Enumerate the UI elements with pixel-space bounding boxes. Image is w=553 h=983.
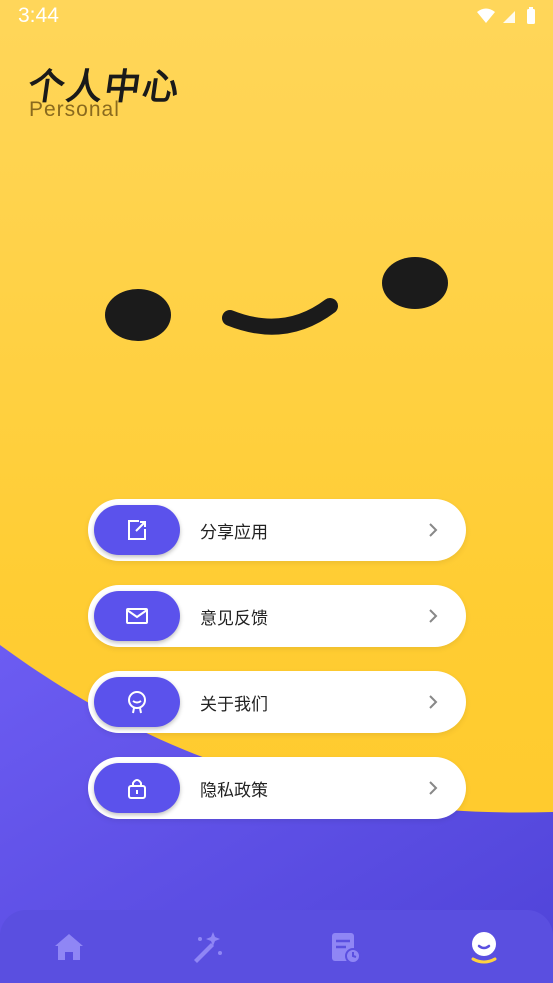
chevron-right-icon <box>429 781 438 795</box>
history-icon <box>332 933 361 964</box>
menu-item-privacy[interactable]: 隐私政策 <box>88 757 466 819</box>
nav-profile[interactable] <box>463 927 503 967</box>
signal-icon <box>503 11 515 23</box>
menu-label-privacy: 隐私政策 <box>200 781 268 801</box>
status-time: 3:44 <box>18 4 59 27</box>
home-icon <box>55 934 83 960</box>
page-subtitle: Personal <box>29 98 120 121</box>
mail-icon <box>126 608 148 624</box>
chevron-right-icon <box>429 523 438 537</box>
menu-icon-pill <box>94 763 180 813</box>
about-icon <box>128 691 146 714</box>
share-icon <box>128 520 146 540</box>
menu-icon-pill <box>94 591 180 641</box>
nav-home[interactable] <box>49 927 89 967</box>
left-eye <box>105 289 171 341</box>
lock-icon <box>128 779 146 799</box>
menu-label-share: 分享应用 <box>200 523 268 543</box>
menu-label-about: 关于我们 <box>200 695 268 715</box>
nav-magic[interactable] <box>187 927 227 967</box>
bottom-nav <box>0 910 553 983</box>
profile-smile-icon <box>471 932 497 964</box>
menu-icon-pill <box>94 677 180 727</box>
chevron-right-icon <box>429 695 438 709</box>
menu-label-feedback: 意见反馈 <box>200 609 268 629</box>
menu-icon-pill <box>94 505 180 555</box>
wifi-icon <box>477 8 495 23</box>
magic-wand-icon <box>194 932 222 963</box>
nav-history[interactable] <box>325 927 365 967</box>
right-eye <box>382 257 448 309</box>
menu-item-feedback[interactable]: 意见反馈 <box>88 585 466 647</box>
smile-illustration <box>105 257 448 341</box>
menu-item-share[interactable]: 分享应用 <box>88 499 466 561</box>
status-icons <box>477 7 535 24</box>
status-bar: 3:44 <box>0 0 553 34</box>
menu-item-about[interactable]: 关于我们 <box>88 671 466 733</box>
chevron-right-icon <box>429 609 438 623</box>
smile-mouth <box>222 298 338 335</box>
background <box>0 0 553 983</box>
battery-icon <box>527 9 535 24</box>
